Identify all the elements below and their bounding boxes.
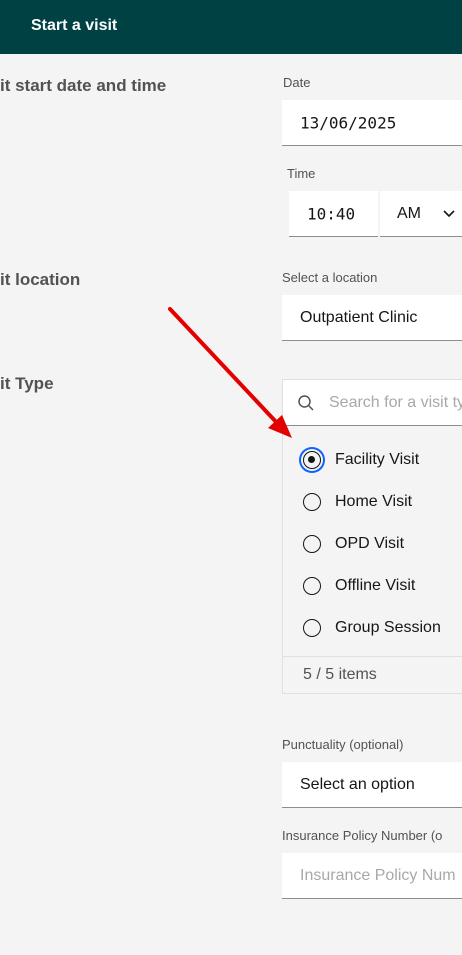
location-select[interactable]: Outpatient Clinic (282, 295, 462, 341)
punctuality-value: Select an option (300, 775, 415, 793)
radio-label: Facility Visit (335, 451, 420, 468)
date-value: 13/06/2025 (300, 113, 397, 132)
section-label-visit-type: it Type (0, 374, 54, 393)
time-value: 10:40 (307, 204, 356, 223)
radio-button[interactable] (303, 493, 321, 511)
visit-type-panel: Search for a visit ty Facility Visit Hom… (282, 379, 462, 694)
time-label: Time (287, 166, 316, 181)
location-value: Outpatient Clinic (300, 308, 418, 326)
header-title: Start a visit (31, 17, 118, 34)
section-label-location: it location (0, 270, 81, 289)
divider (283, 656, 462, 657)
search-placeholder: Search for a visit ty (329, 394, 462, 411)
top-header: Start a visit (0, 0, 462, 54)
radio-label: Home Visit (335, 493, 413, 510)
date-label: Date (283, 75, 311, 90)
time-input[interactable]: 10:40 (289, 191, 378, 237)
search-icon (298, 395, 314, 411)
radio-label: Group Session (335, 619, 441, 636)
radio-label: Offline Visit (335, 577, 416, 594)
radio-button[interactable] (303, 577, 321, 595)
items-count: 5 / 5 items (303, 666, 377, 683)
visit-type-search[interactable]: Search for a visit ty (283, 380, 462, 426)
date-input[interactable]: 13/06/2025 (282, 100, 462, 146)
insurance-placeholder: Insurance Policy Num (300, 866, 456, 884)
section-label-start-date-time: it start date and time (0, 76, 167, 95)
radio-button-selected[interactable] (303, 451, 321, 469)
chevron-down-icon[interactable] (442, 207, 456, 221)
insurance-label: Insurance Policy Number (o (282, 828, 443, 843)
insurance-policy-input[interactable]: Insurance Policy Num (282, 853, 462, 899)
radio-button[interactable] (303, 535, 321, 553)
location-label: Select a location (282, 270, 378, 285)
radio-button[interactable] (303, 619, 321, 637)
punctuality-label: Punctuality (optional) (282, 737, 404, 752)
radio-label: OPD Visit (335, 535, 405, 552)
punctuality-select[interactable]: Select an option (282, 762, 462, 808)
time-period-value: AM (397, 204, 421, 222)
